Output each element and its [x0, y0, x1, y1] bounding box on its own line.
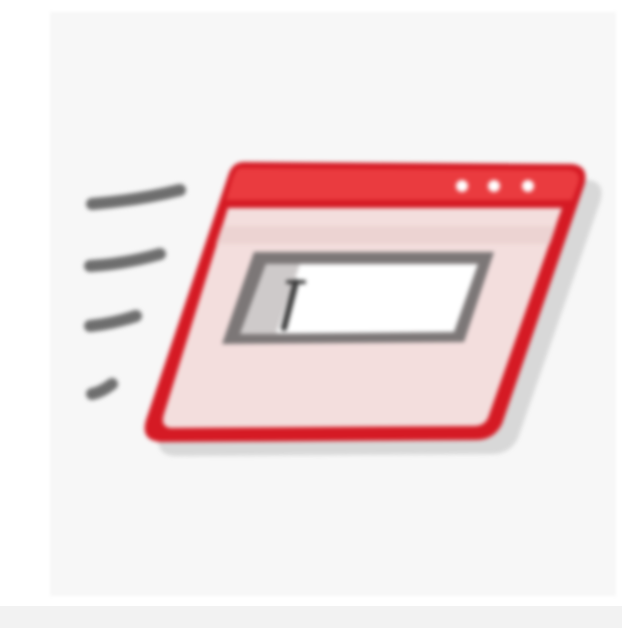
bottom-strip [0, 606, 622, 628]
fast-window-launch-icon [84, 162, 602, 456]
icon-canvas [0, 0, 622, 628]
